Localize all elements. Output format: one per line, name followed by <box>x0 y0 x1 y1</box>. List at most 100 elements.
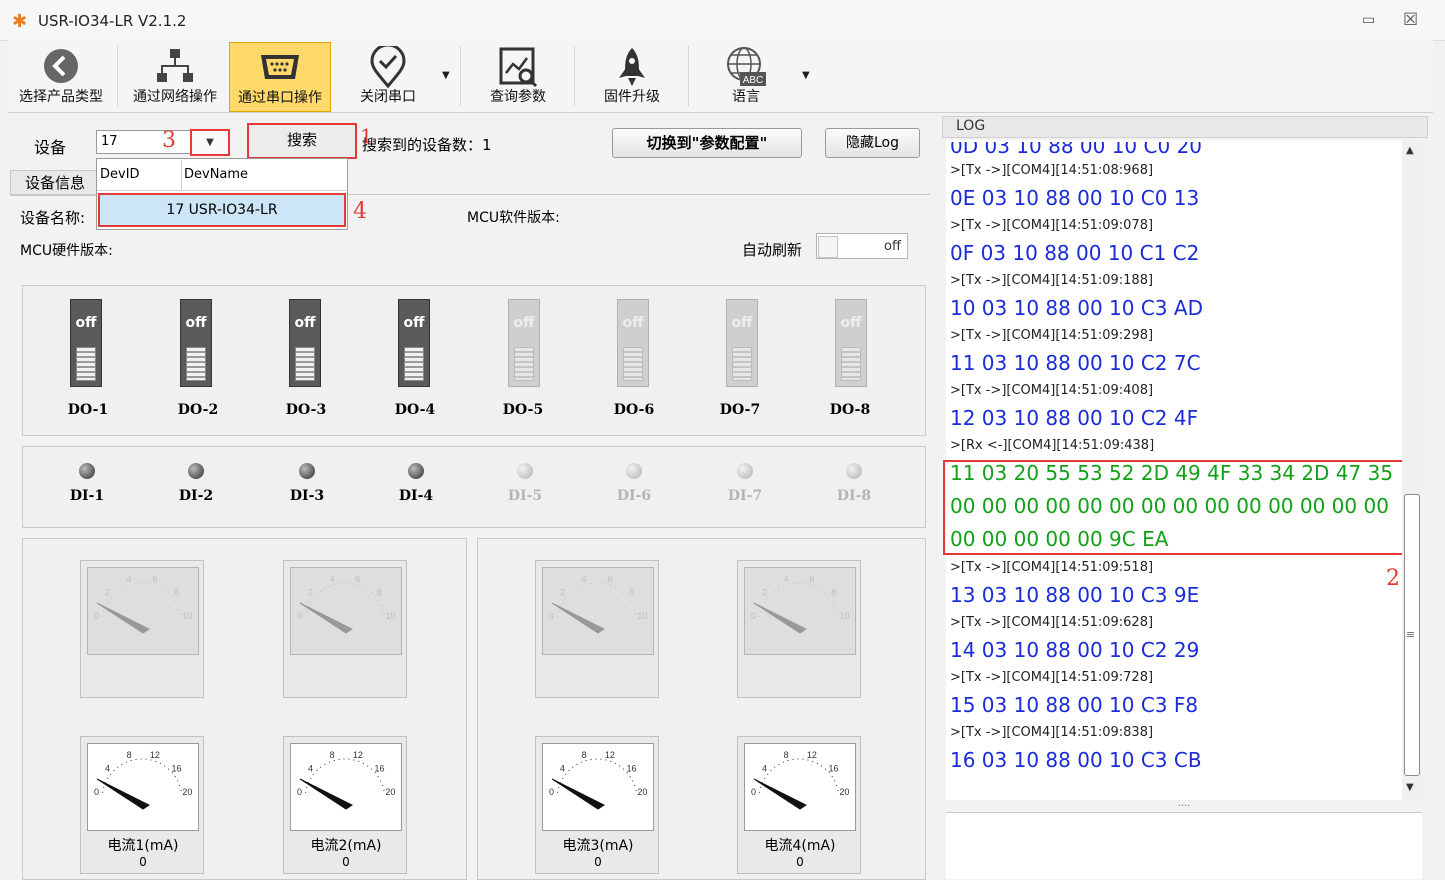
gauge-value: 0 <box>594 855 602 869</box>
gauge-dial: 0 4 8 12 16 20 <box>94 750 192 810</box>
switch-grip <box>732 347 752 381</box>
gauge-needle <box>96 602 150 634</box>
switch-grip <box>841 347 861 381</box>
device-dropdown-button[interactable]: ▼ <box>190 129 230 156</box>
select-product-label: 选择产品类型 <box>19 89 103 105</box>
language-button[interactable]: ABC 语言 <box>696 42 796 110</box>
gauge-tick-label: 6 <box>355 574 360 584</box>
close-icon[interactable]: ☒ <box>1403 10 1418 30</box>
mcu-sw-version-label: MCU软件版本: <box>467 210 560 226</box>
search-count-label: 搜索到的设备数：1 <box>362 136 492 154</box>
log-timestamp-line: >[Tx ->][COM4][14:51:09:078] <box>950 218 1154 233</box>
gauge-tick-label: 8 <box>330 750 335 760</box>
log-tx-line: 15 03 10 88 00 10 C3 F8 <box>950 693 1199 717</box>
dropdown-column-divider <box>181 160 182 190</box>
log-splitter[interactable]: .... <box>946 799 1422 812</box>
gauge-current-1: 0 4 8 12 16 20 电流1(mA) 0 <box>80 736 204 874</box>
gauge-tick-label: 8 <box>784 750 789 760</box>
network-op-label: 通过网络操作 <box>133 89 217 105</box>
gauge-tick-label: 0 <box>297 787 302 797</box>
select-product-button[interactable]: 选择产品类型 <box>10 42 112 110</box>
gauge-tick-label: 6 <box>809 574 814 584</box>
do-label-7: DO-7 <box>719 402 761 418</box>
di-led-4 <box>408 463 424 479</box>
search-button[interactable]: 搜索 <box>247 123 357 159</box>
gauge-needle <box>299 778 353 810</box>
close-serial-button[interactable]: 关闭串口 <box>338 42 438 110</box>
serial-port-icon <box>261 55 299 79</box>
firmware-label: 固件升级 <box>604 89 660 105</box>
gauge-tick-label: 0 <box>94 611 99 621</box>
gauge-current-3: 0 4 8 12 16 20 电流3(mA) 0 <box>535 736 659 874</box>
gauge-current-2: 0 4 8 12 16 20 电流2(mA) 0 <box>283 736 407 874</box>
chevron-down-icon[interactable]: ▼ <box>802 70 810 81</box>
do-switch-3[interactable]: off <box>289 299 321 387</box>
di-label-5: DI-5 <box>507 488 543 504</box>
do-switch-2[interactable]: off <box>180 299 212 387</box>
firmware-button[interactable]: 固件升级 <box>582 42 682 110</box>
gauge-current-4: 0 4 8 12 16 20 电流4(mA) 0 <box>737 736 861 874</box>
annotation-1: 1 <box>360 124 373 148</box>
network-op-button[interactable]: 通过网络操作 <box>123 42 227 110</box>
do-switch-4[interactable]: off <box>398 299 430 387</box>
back-arrow-icon <box>44 49 78 83</box>
do-switch-state: off <box>294 315 316 331</box>
log-tx-line: 12 03 10 88 00 10 C2 4F <box>950 406 1199 430</box>
dropdown-col-devname: DevName <box>184 167 249 182</box>
gauge-top-2: 0 2 4 6 8 10 <box>283 560 407 698</box>
auto-refresh-toggle-knob[interactable] <box>818 236 838 258</box>
log-timestamp-line: >[Tx ->][COM4][14:51:09:408] <box>950 383 1154 398</box>
do-switch-state: off <box>840 315 862 331</box>
switch-to-param-config-button[interactable]: 切换到"参数配置" <box>612 128 802 158</box>
network-icon <box>157 49 193 82</box>
tab-device-info[interactable]: 设备信息 <box>10 170 100 196</box>
do-label-2: DO-2 <box>177 402 219 418</box>
chevron-down-icon[interactable]: ▼ <box>442 70 450 81</box>
switch-grip <box>623 347 643 381</box>
close-serial-label: 关闭串口 <box>360 89 416 105</box>
gauge-tick-label: 0 <box>751 611 756 621</box>
do-switch-state: off <box>731 315 753 331</box>
dropdown-header-divider <box>97 190 346 191</box>
gauge-tick-label: 6 <box>607 574 612 584</box>
gauge-name: 电流1(mA) <box>107 838 179 854</box>
gauge-tick-label: 2 <box>762 588 767 598</box>
do-switch-1[interactable]: off <box>70 299 102 387</box>
gauge-value: 0 <box>342 855 350 869</box>
gauge-top-3: 0 2 4 6 8 10 <box>535 560 659 698</box>
scroll-down-icon[interactable]: ▼ <box>1406 782 1414 793</box>
toolbar-separator <box>117 46 118 106</box>
gauge-dial: 0 2 4 6 8 10 <box>751 574 849 634</box>
gauge-tick-label: 8 <box>582 750 587 760</box>
gauge-needle <box>753 778 807 810</box>
gauge-tick-label: 16 <box>626 764 636 774</box>
gauge-tick-label: 16 <box>374 764 384 774</box>
gauge-needle <box>551 602 605 634</box>
scroll-up-icon[interactable]: ▲ <box>1406 145 1414 156</box>
log-timestamp-line: >[Tx ->][COM4][14:51:09:628] <box>950 615 1154 630</box>
log-input-area[interactable] <box>946 812 1422 879</box>
hide-log-button[interactable]: 隐藏Log <box>825 128 920 158</box>
gauge-tick-label: 4 <box>784 574 789 584</box>
di-led-3 <box>299 463 315 479</box>
gauge-tick-label: 10 <box>385 611 395 621</box>
gauge-tick-label: 0 <box>549 611 554 621</box>
serial-op-button[interactable]: 通过串口操作 <box>229 42 331 112</box>
gauge-tick-label: 8 <box>377 588 382 598</box>
di-label-3: DI-3 <box>289 488 325 504</box>
do-switch-state: off <box>513 315 535 331</box>
dropdown-device-row[interactable]: 17 USR-IO34-LR <box>98 193 346 227</box>
switch-grip <box>76 347 96 381</box>
query-params-button[interactable]: 查询参数 <box>468 42 568 110</box>
di-led-6 <box>626 463 642 479</box>
log-timestamp-line: >[Tx ->][COM4][14:51:09:838] <box>950 725 1154 740</box>
gauge-tick-label: 12 <box>605 750 615 760</box>
minimize-icon[interactable]: ▭ <box>1362 12 1375 28</box>
gauge-tick-label: 8 <box>127 750 132 760</box>
do-label-1: DO-1 <box>67 402 109 418</box>
mcu-hw-version-label: MCU硬件版本: <box>20 243 113 259</box>
do-switch-8: off <box>835 299 867 387</box>
do-group <box>22 285 926 436</box>
do-switch-5: off <box>508 299 540 387</box>
toolbar-separator <box>688 46 689 106</box>
